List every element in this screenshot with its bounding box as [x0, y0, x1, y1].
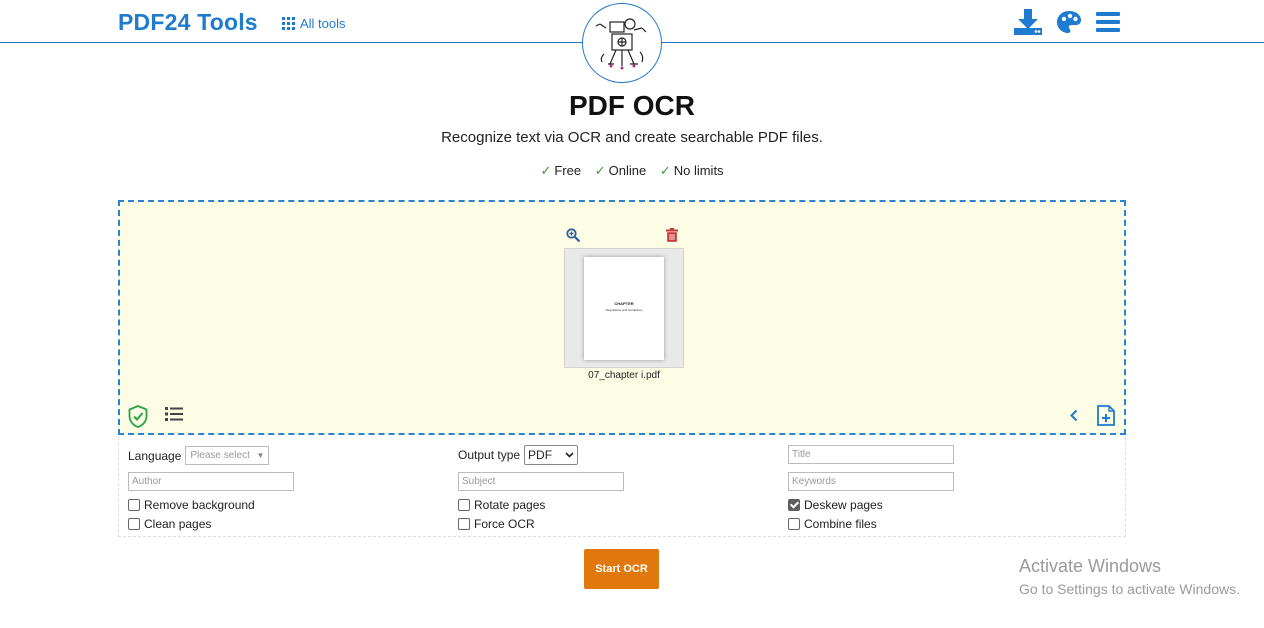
- checkmark-icon: ✓: [540, 163, 552, 178]
- header-actions: [1014, 9, 1120, 35]
- brand-logo-text[interactable]: PDF24 Tools: [118, 9, 258, 36]
- language-select[interactable]: Please select ▼: [185, 446, 270, 465]
- output-type-select[interactable]: PDF: [524, 445, 579, 465]
- file-drop-zone[interactable]: CHAPTER Regulations and Guidelines 07_ch…: [118, 200, 1126, 435]
- output-type-option: Output type PDF: [458, 445, 579, 465]
- rotate-pages-option[interactable]: Rotate pages: [458, 498, 545, 512]
- page-title: PDF OCR: [569, 90, 695, 121]
- feature-list: ✓ Free ✓ Online ✓ No limits: [0, 163, 1264, 179]
- chevron-left-icon[interactable]: [1070, 409, 1078, 427]
- author-option: Author: [128, 472, 294, 491]
- activation-title: Activate Windows: [1019, 556, 1162, 576]
- rotate-pages-checkbox[interactable]: [458, 499, 470, 511]
- windows-activation-watermark: Activate Windows Go to Settings to activ…: [1019, 556, 1240, 597]
- keywords-option: Keywords: [788, 472, 954, 491]
- language-option: Language Please select ▼: [128, 446, 270, 465]
- add-file-icon[interactable]: [1097, 405, 1115, 431]
- deskew-pages-checkbox[interactable]: [788, 499, 800, 511]
- all-tools-label: All tools: [300, 16, 346, 31]
- thumbnail-heading: CHAPTER: [614, 301, 634, 306]
- force-ocr-label: Force OCR: [474, 517, 535, 531]
- security-shield-icon[interactable]: [128, 405, 148, 433]
- ocr-robot-icon: [595, 18, 647, 70]
- title-input[interactable]: Title: [788, 445, 954, 464]
- deskew-pages-option[interactable]: Deskew pages: [788, 498, 883, 512]
- menu-hamburger-icon[interactable]: [1096, 11, 1120, 33]
- combine-files-checkbox[interactable]: [788, 518, 800, 530]
- page-subtitle: Recognize text via OCR and create search…: [441, 129, 823, 146]
- checkmark-icon: ✓: [594, 163, 606, 178]
- combine-files-label: Combine files: [804, 517, 877, 531]
- rotate-pages-label: Rotate pages: [474, 498, 546, 512]
- subject-option: Subject: [458, 472, 624, 491]
- download-app-icon[interactable]: [1014, 9, 1042, 35]
- ocr-options-panel: Language Please select ▼ Output type PDF…: [118, 437, 1126, 537]
- clean-pages-label: Clean pages: [144, 517, 212, 531]
- zoom-in-icon[interactable]: [566, 228, 580, 247]
- deskew-pages-label: Deskew pages: [804, 498, 883, 512]
- thumbnail-subheading: Regulations and Guidelines: [605, 308, 643, 312]
- clean-pages-option[interactable]: Clean pages: [128, 517, 211, 531]
- file-preview-card[interactable]: CHAPTER Regulations and Guidelines: [564, 248, 684, 368]
- force-ocr-option[interactable]: Force OCR: [458, 517, 535, 531]
- combine-files-option[interactable]: Combine files: [788, 517, 877, 531]
- output-type-label: Output type: [458, 448, 521, 462]
- chevron-down-icon: [565, 452, 574, 458]
- feature-free: ✓ Free: [540, 163, 582, 178]
- feature-online: ✓ Online: [594, 163, 647, 178]
- clean-pages-checkbox[interactable]: [128, 518, 140, 530]
- all-tools-link[interactable]: All tools: [282, 16, 346, 31]
- grid-icon: [282, 17, 295, 30]
- subject-input[interactable]: Subject: [458, 472, 624, 491]
- author-input[interactable]: Author: [128, 472, 294, 491]
- file-name-label: 07_chapter i.pdf: [588, 370, 660, 381]
- activation-subtitle: Go to Settings to activate Windows.: [1019, 581, 1240, 597]
- tool-mascot-logo[interactable]: [582, 3, 662, 83]
- remove-background-checkbox[interactable]: [128, 499, 140, 511]
- feature-no-limits: ✓ No limits: [659, 163, 724, 178]
- checkmark-icon: ✓: [659, 163, 671, 178]
- delete-file-icon[interactable]: [666, 228, 678, 247]
- keywords-input[interactable]: Keywords: [788, 472, 954, 491]
- start-ocr-button[interactable]: Start OCR: [584, 549, 659, 589]
- title-option: Title: [788, 445, 954, 464]
- remove-background-option[interactable]: Remove background: [128, 498, 255, 512]
- file-page-thumbnail: CHAPTER Regulations and Guidelines: [584, 257, 664, 360]
- force-ocr-checkbox[interactable]: [458, 518, 470, 530]
- list-view-icon[interactable]: [165, 407, 183, 426]
- language-label: Language: [128, 448, 182, 463]
- theme-palette-icon[interactable]: [1056, 10, 1082, 34]
- remove-background-label: Remove background: [144, 498, 255, 512]
- dropdown-arrow-icon: ▼: [256, 451, 265, 460]
